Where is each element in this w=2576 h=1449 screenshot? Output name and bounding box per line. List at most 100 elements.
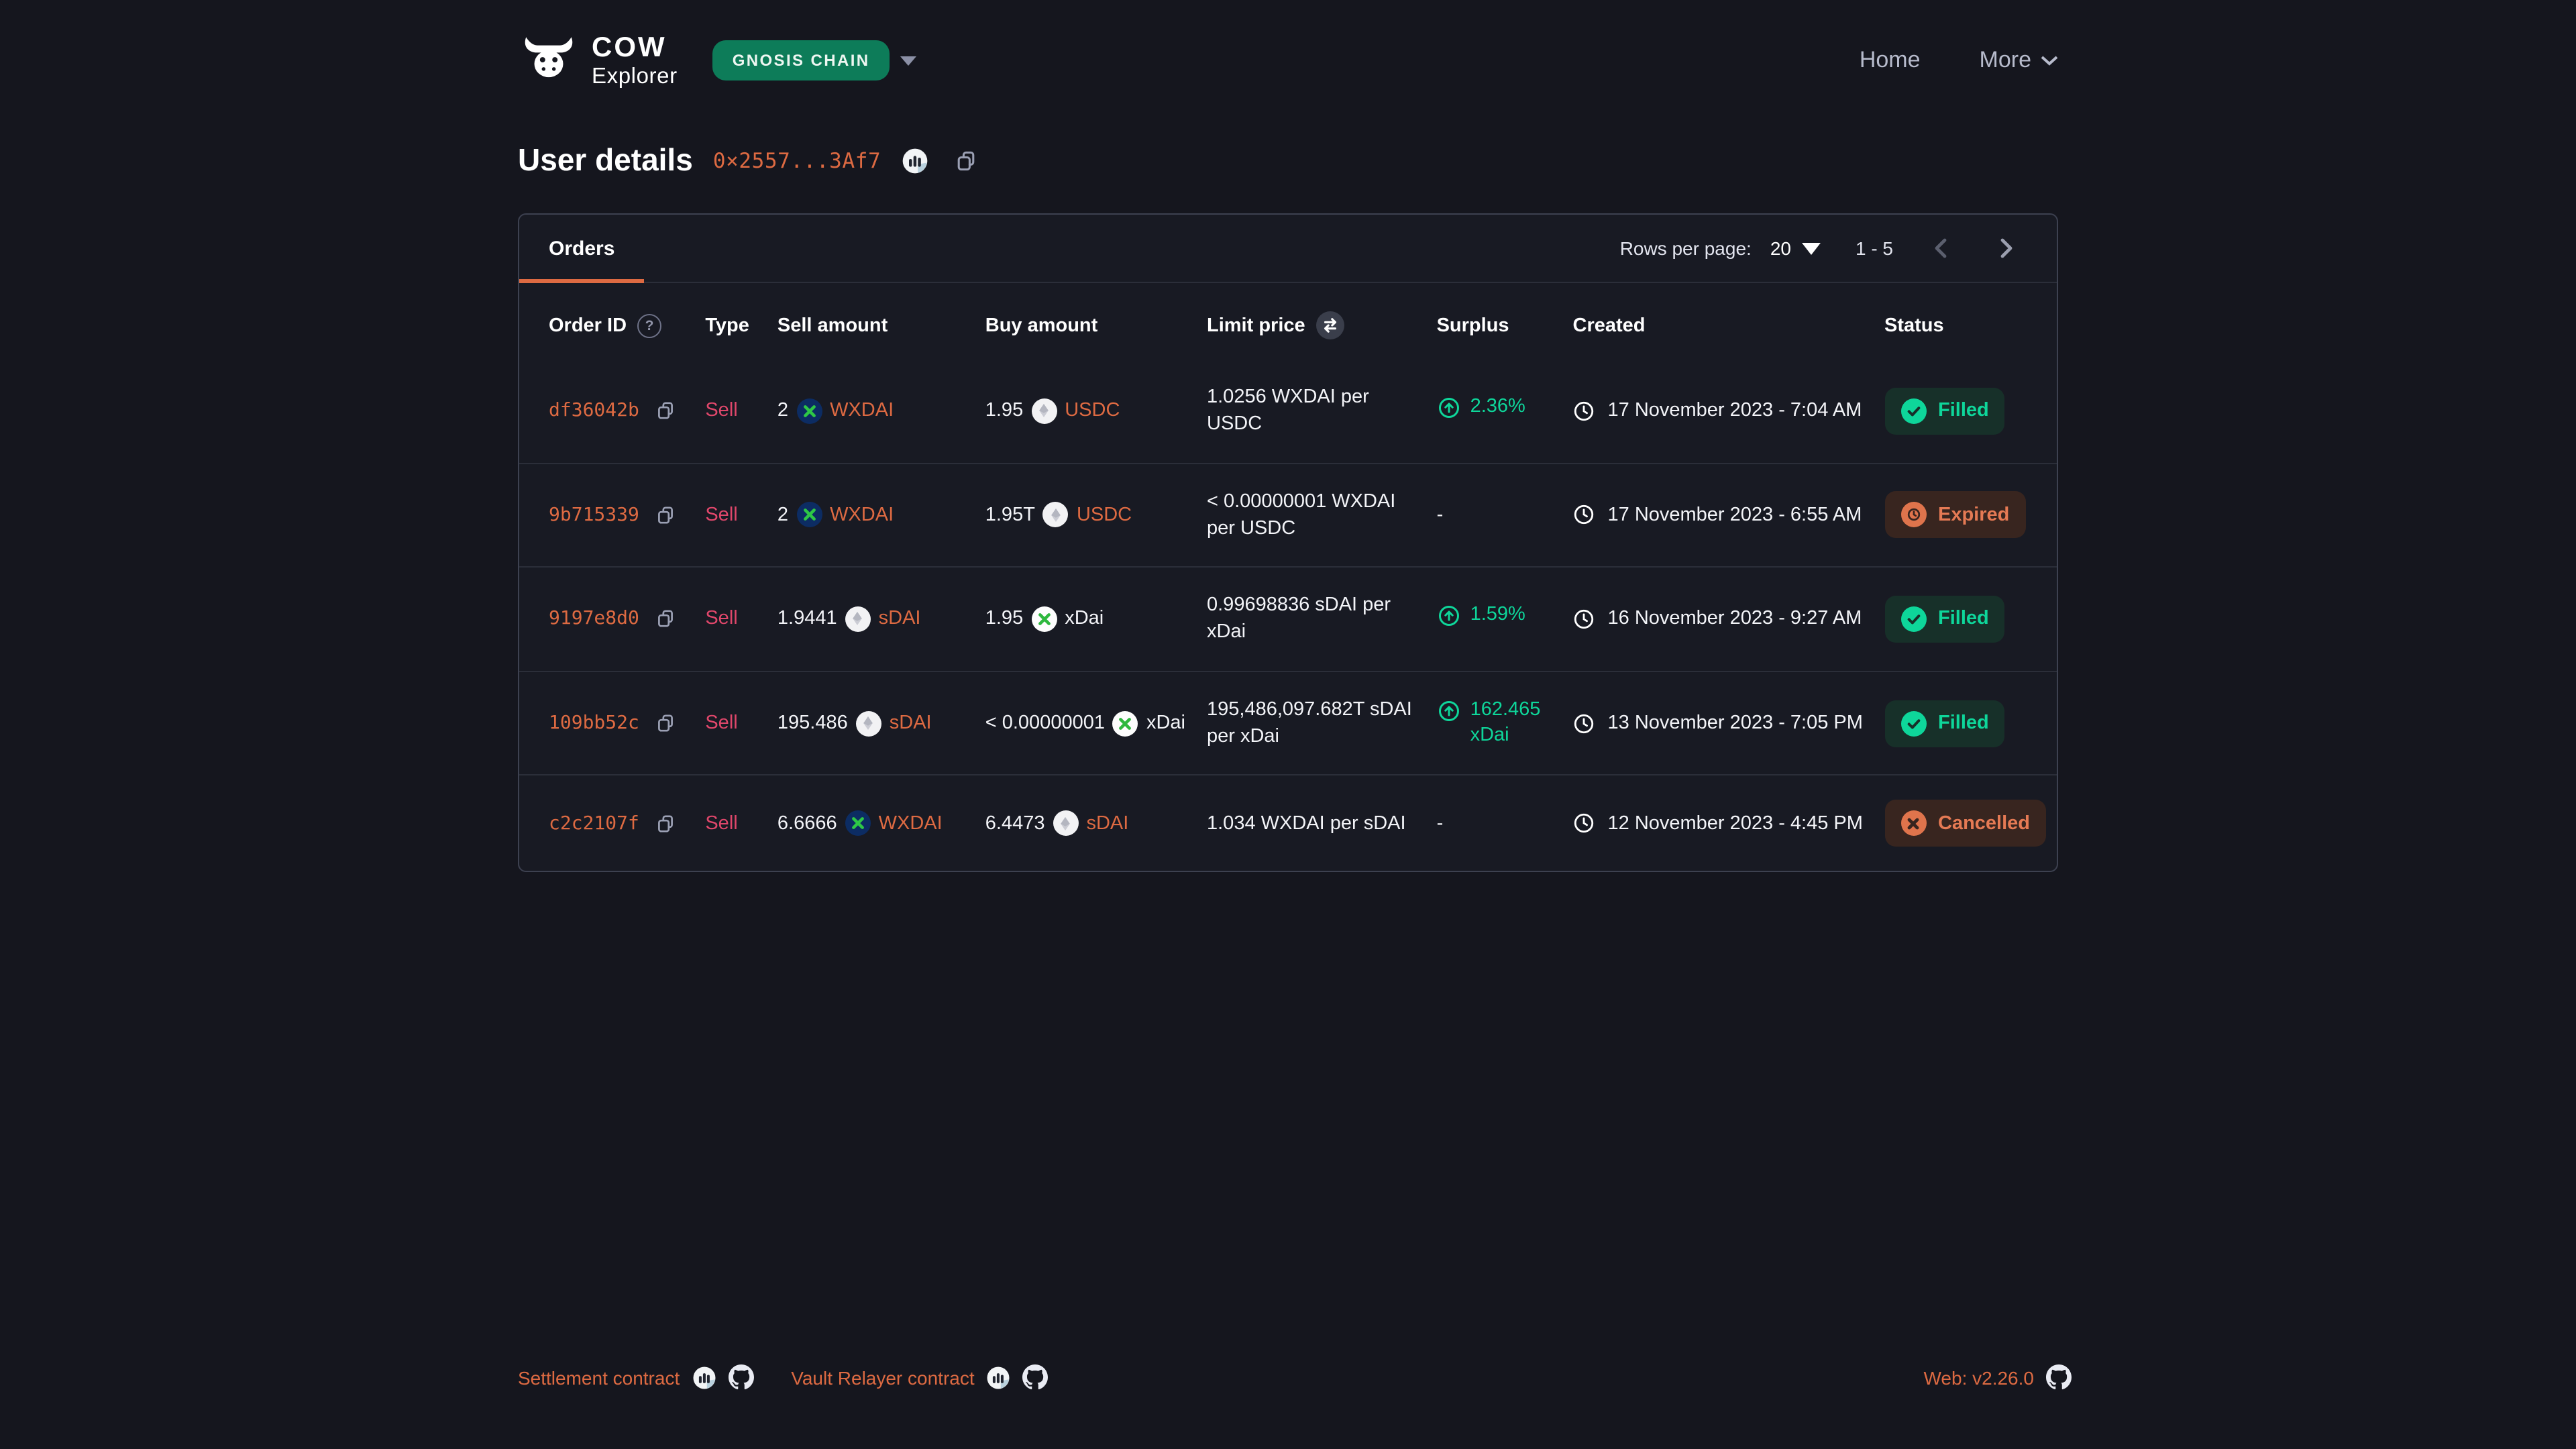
order-row: df36042b Sell 2 WXDAI 1.95 USDC 1.0256 W… [519,360,2057,463]
prev-page-button[interactable] [1928,235,1955,262]
status-badge: Filled [1884,388,2005,435]
cow-explorer-logo[interactable]: COW Explorer [518,34,678,88]
buy-amount: 1.95 [985,400,1023,422]
vault-relayer-contract-link[interactable]: Vault Relayer contract [791,1366,974,1388]
surplus: 162.465 xDai [1437,697,1552,749]
chevron-left-icon [1928,235,1955,262]
next-page-button[interactable] [1992,235,2019,262]
swap-icon[interactable] [1316,311,1344,339]
buy-amount: < 0.00000001 [985,712,1105,734]
generic-token-icon [856,710,881,736]
tab-orders[interactable]: Orders [519,215,644,283]
generic-token-icon [1043,502,1069,528]
created-cell: 16 November 2023 - 9:27 AM [1573,608,1864,631]
help-icon[interactable]: ? [637,313,661,337]
surplus: 2.36% [1437,394,1552,428]
col-limit-price: Limit price [1207,315,1305,336]
col-status: Status [1874,283,2057,360]
order-row: c2c2107f Sell 6.6666 WXDAI 6.4473 sDAI 1… [519,775,2057,871]
cow-logo-icon [518,34,580,87]
limit-price: 195,486,097.682T sDAI per xDai [1207,696,1415,751]
nav-more[interactable]: More [1980,47,2058,74]
surplus: 1.59% [1437,602,1552,636]
expired-clock-icon [1900,502,1926,528]
surplus-up-icon [1437,698,1461,731]
top-header: COW Explorer GNOSIS CHAIN Home More [0,0,2576,94]
user-address[interactable]: 0×2557...3Af7 [713,148,881,172]
copy-address-icon[interactable] [953,148,977,172]
order-id-link[interactable]: df36042b [549,400,639,422]
web-version[interactable]: Web: v2.26.0 [1924,1366,2035,1388]
pagination [1928,235,2019,262]
order-id-link[interactable]: 9b715339 [549,504,639,526]
github-icon[interactable] [2046,1364,2072,1390]
cancelled-x-icon [1900,811,1926,837]
check-icon [1900,710,1926,736]
order-id-link[interactable]: c2c2107f [549,813,639,835]
created-cell: 17 November 2023 - 7:04 AM [1573,400,1864,423]
sell-token-link[interactable]: sDAI [879,608,921,630]
order-row: 9197e8d0 Sell 1.9441 sDAI 1.95 xDai 0.99… [519,567,2057,671]
order-type: Sell [705,504,737,526]
wxdai-token-icon [845,811,871,837]
clock-icon [1573,400,1596,423]
orders-card: Orders Rows per page: 20 1 - 5 [518,213,2058,873]
surplus: - [1437,813,1444,835]
buy-token-link[interactable]: USDC [1065,400,1120,422]
settlement-contract-link[interactable]: Settlement contract [518,1366,680,1388]
buy-token-link[interactable]: USDC [1077,504,1132,526]
explorer-icon[interactable] [692,1365,716,1389]
order-id-link[interactable]: 109bb52c [549,712,639,734]
sell-amount: 2 [777,400,788,422]
sell-amount: 195.486 [777,712,848,734]
buy-amount: 1.95 [985,608,1023,630]
sell-amount: 6.6666 [777,813,837,835]
limit-price: 1.034 WXDAI per sDAI [1207,810,1415,837]
page-title-row: User details 0×2557...3Af7 [518,142,2058,178]
rows-per-page-label: Rows per page: [1620,237,1752,259]
nav-home[interactable]: Home [1860,47,1921,74]
generic-token-icon [1053,811,1078,837]
sell-token-link[interactable]: sDAI [890,712,932,734]
status-badge: Cancelled [1884,800,2046,847]
copy-icon[interactable] [655,813,677,835]
rows-per-page-select[interactable]: 20 [1770,237,1821,259]
col-surplus: Surplus [1426,283,1562,360]
table-header-row: Order ID? Type Sell amount Buy amount Li… [519,283,2057,360]
created-cell: 17 November 2023 - 6:55 AM [1573,504,1864,527]
surplus-up-icon [1437,603,1461,636]
explorer-icon[interactable] [987,1365,1011,1389]
sell-token-link[interactable]: WXDAI [879,813,943,835]
sell-amount: 1.9441 [777,608,837,630]
check-icon [1900,398,1926,424]
copy-icon[interactable] [655,712,677,734]
copy-icon[interactable] [655,504,677,526]
status-badge: Expired [1884,492,2025,539]
explorer-icon[interactable] [901,147,928,174]
order-type: Sell [705,400,737,422]
order-type: Sell [705,813,737,835]
order-id-link[interactable]: 9197e8d0 [549,608,639,630]
created-cell: 12 November 2023 - 4:45 PM [1573,812,1864,835]
copy-icon[interactable] [655,608,677,630]
app-viewport: COW Explorer GNOSIS CHAIN Home More [0,0,2576,1449]
limit-price: 0.99698836 sDAI per xDai [1207,592,1415,646]
clock-icon [1573,712,1596,735]
network-selector[interactable]: GNOSIS CHAIN [712,40,917,80]
page-title: User details [518,142,693,178]
sell-token-link[interactable]: WXDAI [830,400,894,422]
network-badge[interactable]: GNOSIS CHAIN [712,40,890,80]
tab-bar: Orders Rows per page: 20 1 - 5 [519,215,2057,283]
copy-icon[interactable] [655,400,677,422]
order-row: 9b715339 Sell 2 WXDAI 1.95T USDC < 0.000… [519,463,2057,567]
rows-per-page-value: 20 [1770,237,1791,259]
page-footer: Settlement contract Vault Relayer contra… [0,1364,2576,1390]
buy-token-link[interactable]: sDAI [1086,813,1128,835]
github-icon[interactable] [1023,1364,1049,1390]
sell-token-link[interactable]: WXDAI [830,504,894,526]
col-created: Created [1562,283,1874,360]
github-icon[interactable] [728,1364,753,1390]
chevron-down-icon [901,56,917,65]
wxdai-token-icon [796,502,822,528]
col-buy-amount: Buy amount [975,283,1196,360]
